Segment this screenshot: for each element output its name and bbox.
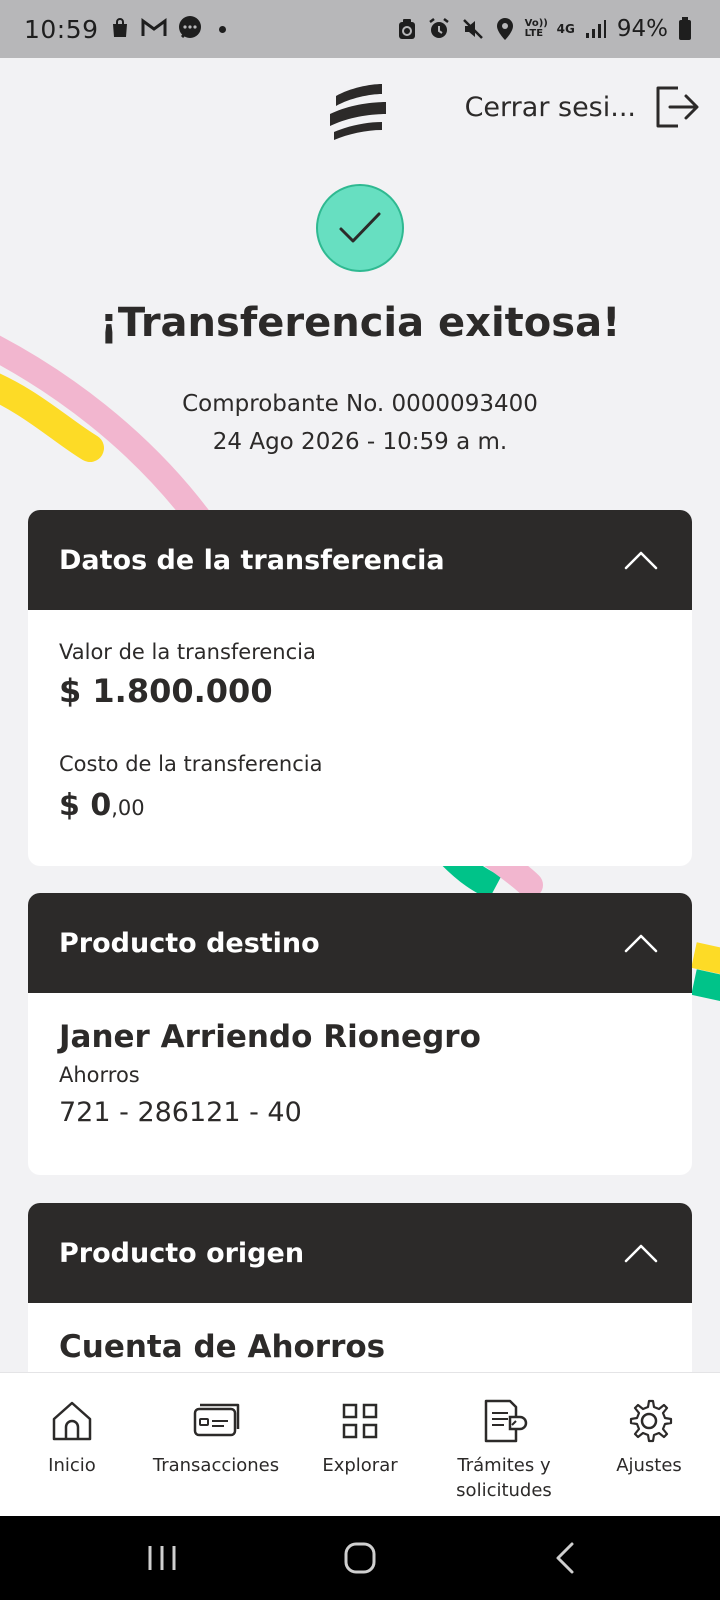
- transfer-data-title: Datos de la transferencia: [59, 544, 445, 576]
- back-icon[interactable]: [546, 1538, 586, 1578]
- recent-apps-icon[interactable]: [142, 1538, 182, 1578]
- destination-product-header[interactable]: Producto destino: [28, 893, 692, 993]
- home-icon: [52, 1401, 92, 1441]
- destination-name: Janer Arriendo Rionegro: [59, 1019, 481, 1055]
- nav-label-transacciones: Transacciones: [152, 1455, 280, 1476]
- bottom-navigation: Inicio Transacciones Explorar Trámites y…: [0, 1372, 720, 1516]
- battery-percent: 94%: [616, 16, 668, 42]
- chevron-up-icon[interactable]: [624, 933, 658, 953]
- notification-dot: [218, 25, 226, 33]
- destination-account-number: 721 - 286121 - 40: [59, 1097, 302, 1128]
- mute-icon: [462, 19, 483, 39]
- status-bar: 10:59 Vo)) LTE 4G 94%: [0, 0, 720, 58]
- grid-icon: [342, 1403, 378, 1439]
- destination-product-title: Producto destino: [59, 927, 320, 959]
- gmail-icon: [141, 17, 167, 41]
- home-button-icon[interactable]: [340, 1538, 380, 1578]
- nav-label-tramites: Trámites y solicitudes: [456, 1455, 552, 1501]
- origin-product-title: Producto origen: [59, 1237, 305, 1269]
- logout-icon: [656, 86, 699, 128]
- alarm-icon: [428, 18, 449, 38]
- nav-label-inicio: Inicio: [48, 1455, 96, 1476]
- card-transactions-icon: [193, 1403, 240, 1437]
- transfer-cost-integer: $ 0: [59, 788, 112, 823]
- chevron-up-icon[interactable]: [624, 550, 658, 570]
- chevron-up-icon[interactable]: [624, 1243, 658, 1263]
- system-navigation-bar: [0, 1516, 720, 1600]
- nav-item-transacciones[interactable]: Transacciones: [146, 1373, 286, 1517]
- app-header: Cerrar sesi...: [0, 58, 720, 158]
- backup-icon: [398, 19, 415, 39]
- transfer-cost-label: Costo de la transferencia: [59, 752, 323, 776]
- volte-icon: Vo)) LTE: [524, 18, 548, 39]
- 4g-icon: 4G: [556, 22, 575, 36]
- bank-logo: [330, 84, 386, 140]
- origin-name: Cuenta de Ahorros: [59, 1329, 386, 1365]
- messages-icon: [177, 15, 203, 44]
- transfer-value: $ 1.800.000: [59, 672, 273, 710]
- nav-label-explorar: Explorar: [322, 1455, 398, 1476]
- shopping-bag-icon: [109, 17, 131, 42]
- success-check-icon: [316, 184, 404, 272]
- destination-product-card: Producto destino Janer Arriendo Rionegro…: [28, 893, 692, 1175]
- logout-label: Cerrar sesi...: [464, 91, 636, 123]
- battery-icon: [679, 17, 691, 40]
- page-title: ¡Transferencia exitosa!: [99, 300, 621, 346]
- transfer-data-header[interactable]: Datos de la transferencia: [28, 510, 692, 610]
- nav-item-ajustes[interactable]: Ajustes: [604, 1373, 694, 1517]
- receipt-info: Comprobante No. 0000093400 24 Ago 2026 -…: [0, 385, 720, 461]
- nav-label-ajustes: Ajustes: [616, 1455, 682, 1476]
- receipt-number: Comprobante No. 0000093400: [182, 391, 538, 417]
- transfer-cost-decimals: ,00: [111, 796, 145, 820]
- nav-item-tramites[interactable]: Trámites y solicitudes: [444, 1373, 564, 1517]
- gear-icon: [629, 1399, 673, 1443]
- origin-product-header[interactable]: Producto origen: [28, 1203, 692, 1303]
- destination-account-type: Ahorros: [59, 1063, 140, 1087]
- signal-icon: [585, 20, 606, 38]
- transfer-value-label: Valor de la transferencia: [59, 640, 316, 664]
- logout-button[interactable]: Cerrar sesi...: [465, 84, 700, 130]
- nav-item-inicio[interactable]: Inicio: [30, 1373, 114, 1517]
- nav-item-explorar[interactable]: Explorar: [312, 1373, 408, 1517]
- documents-icon: [484, 1399, 528, 1443]
- status-time: 10:59: [24, 14, 99, 44]
- receipt-datetime: 24 Ago 2026 - 10:59 a m.: [212, 429, 508, 455]
- transfer-data-card: Datos de la transferencia Valor de la tr…: [28, 510, 692, 866]
- transfer-cost: $ 0,00: [59, 788, 661, 823]
- location-icon: [496, 18, 513, 40]
